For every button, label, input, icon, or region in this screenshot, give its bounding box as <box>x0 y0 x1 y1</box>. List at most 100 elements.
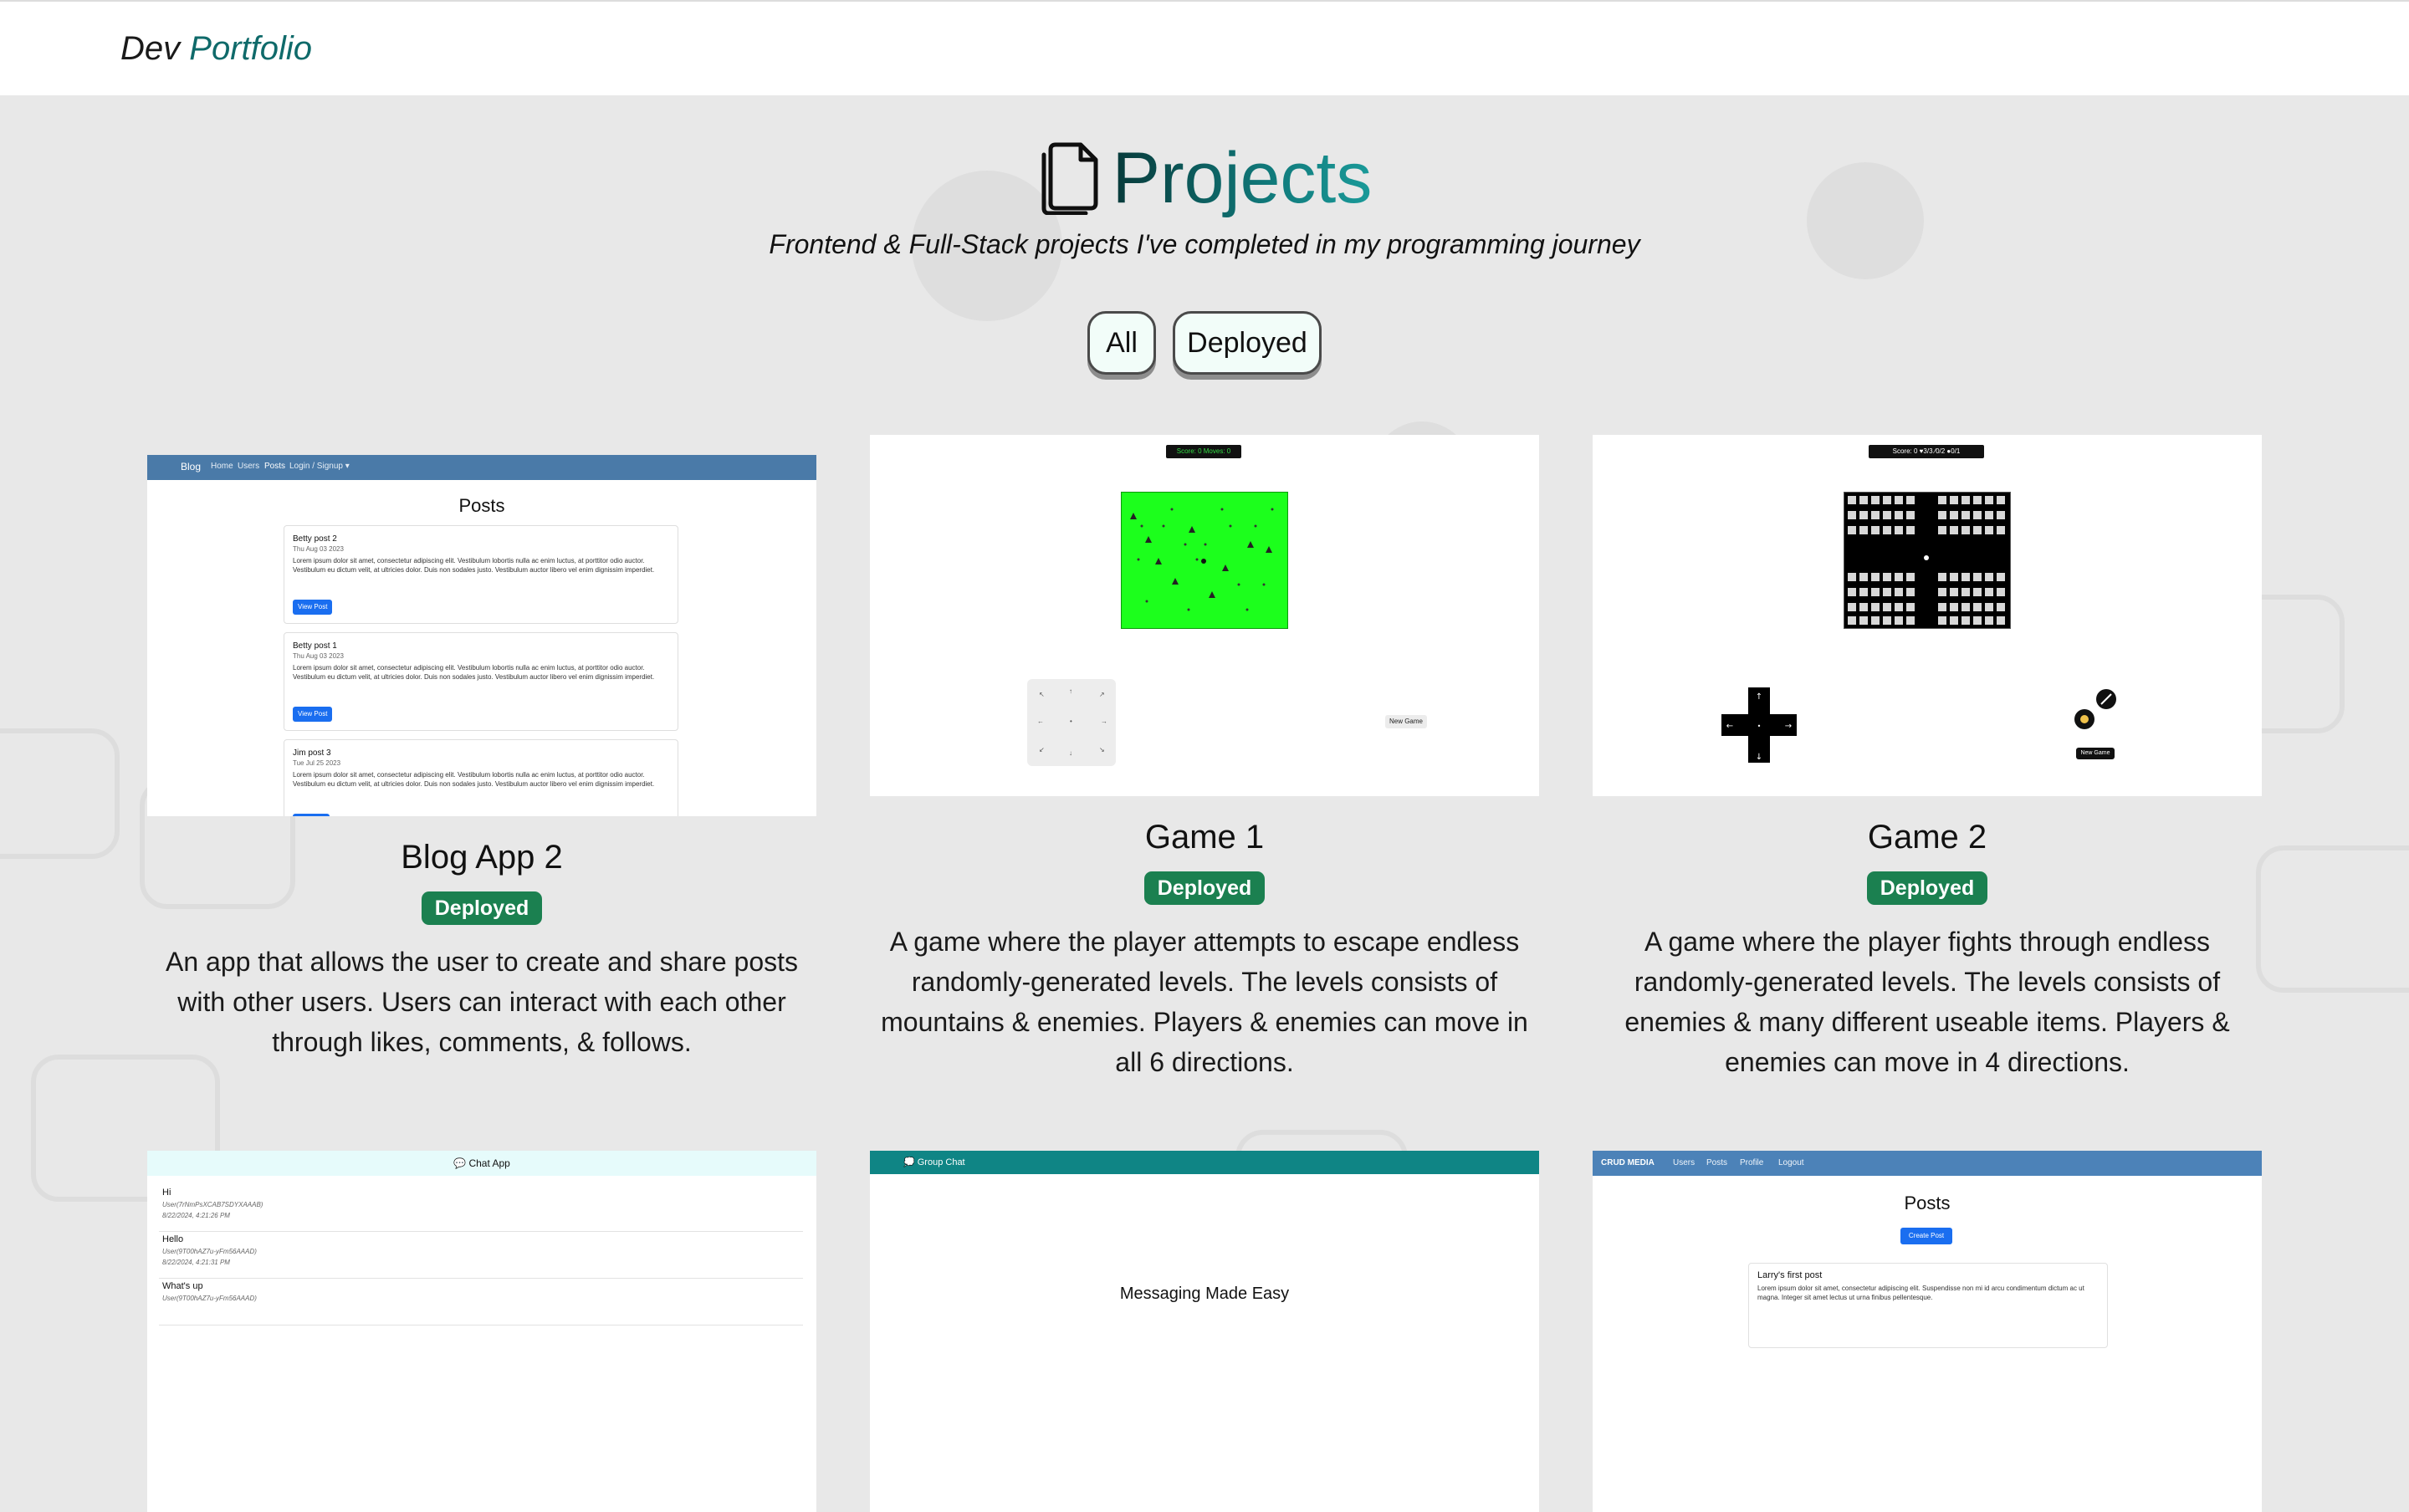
arrow-down-left-icon: ↙ <box>1039 746 1045 753</box>
thumb-navbar: CRUD MEDIA Users Posts Profile Logout <box>1593 1151 2262 1176</box>
arrow-right-icon: → <box>1101 718 1107 725</box>
brand-part-portfolio: Portfolio <box>189 30 313 67</box>
chat-message-text: Hi <box>162 1188 171 1198</box>
thumb-post-body: Lorem ipsum dolor sit amet, consectetur … <box>1757 1285 2084 1301</box>
project-card-game-2[interactable]: Score: 0 ♥3/3 ⁄0/2 ●0/1 ↑ ← • → ↓ New Ga… <box>1593 435 2262 1082</box>
group-chat-header-text: 💭 Group Chat <box>903 1157 965 1167</box>
thumb-nav-brand: CRUD MEDIA <box>1601 1158 1655 1167</box>
thumb-new-game-button: New Game <box>1385 715 1427 728</box>
thumb-nav-brand: Blog <box>181 461 202 472</box>
thumb-item-buttons <box>2074 689 2116 729</box>
thumb-post-body: Lorem ipsum dolor sit amet, consectetur … <box>293 664 655 681</box>
thumb-group-chat-header: 💭 Group Chat <box>870 1151 1539 1174</box>
thumb-nav-home: Home <box>211 462 233 471</box>
project-title: Game 1 <box>1144 819 1265 856</box>
chat-message-text: Hello <box>162 1234 184 1244</box>
project-thumbnail[interactable]: Score: 0 Moves: 0 ↖ ↑ ↗ ← • → ↙ ↓ ↘ New … <box>870 435 1539 796</box>
thumb-nav-login: Login / Signup ▾ <box>289 462 350 471</box>
thumb-game-board <box>1844 492 2011 629</box>
thumb-post-date: Thu Aug 03 2023 <box>293 545 344 553</box>
thumb-nav-posts: Posts <box>1706 1158 1728 1167</box>
project-description: A game where the player attempts to esca… <box>881 927 1528 1077</box>
thumb-nav-logout: Logout <box>1778 1158 1804 1167</box>
thumb-game-board <box>1121 492 1288 629</box>
project-thumbnail[interactable]: 💭 Group Chat Messaging Made Easy <box>870 1151 1539 1512</box>
chat-message-date: 8/22/2024, 4:21:31 PM <box>162 1259 230 1266</box>
chat-message-user: User(9T00hAZ7u-yFm56AAAD) <box>162 1248 257 1255</box>
thumb-score-display: Score: 0 ♥3/3 ⁄0/2 ●0/1 <box>1869 445 1984 458</box>
project-card-crud-media[interactable]: CRUD MEDIA Users Posts Profile Logout Po… <box>1593 1151 2262 1512</box>
arrow-up-icon: ↑ <box>1069 687 1072 695</box>
thumb-post-date: Thu Aug 03 2023 <box>293 652 344 660</box>
project-thumbnail[interactable]: Score: 0 ♥3/3 ⁄0/2 ●0/1 ↑ ← • → ↓ New Ga… <box>1593 435 2262 796</box>
brand-part-dev: Dev <box>120 30 181 67</box>
thumb-heading: Posts <box>1904 1193 1951 1213</box>
thumb-post-card: Jim post 3 Tue Jul 25 2023 Lorem ipsum d… <box>284 739 678 816</box>
filter-group: All Deployed <box>0 311 2409 375</box>
thumb-chat-message: Hello User(9T00hAZ7u-yFm56AAAD) 8/22/202… <box>159 1231 803 1279</box>
arrow-up-right-icon: ↗ <box>1099 691 1105 698</box>
thumb-view-post-button: View Post <box>293 707 333 722</box>
thumb-post-card: Betty post 1 Thu Aug 03 2023 Lorem ipsum… <box>284 632 678 731</box>
potion-icon <box>2080 715 2089 723</box>
thumb-chat-message: What's up User(9T00hAZ7u-yFm56AAAD) <box>159 1278 803 1326</box>
chat-message-text: What's up <box>162 1281 203 1291</box>
arrow-down-icon: ↓ <box>1069 749 1072 757</box>
status-badge: Deployed <box>1866 871 1988 905</box>
thumb-create-post-button: Create Post <box>1900 1228 1952 1244</box>
status-badge: Deployed <box>1143 871 1266 905</box>
thumb-nav-profile: Profile <box>1740 1158 1764 1167</box>
arrow-left-icon: ← <box>1037 718 1044 725</box>
center-dot-icon: • <box>1070 718 1072 725</box>
project-card-game-1[interactable]: Score: 0 Moves: 0 ↖ ↑ ↗ ← • → ↙ ↓ ↘ New … <box>870 435 1539 1082</box>
thumb-navbar: Blog Home Users Posts Login / Signup ▾ <box>147 455 816 480</box>
project-card-group-chat[interactable]: 💭 Group Chat Messaging Made Easy <box>870 1151 1539 1512</box>
thumb-nav-users: Users <box>238 462 260 471</box>
thumb-direction-pad: ↑ ← • → ↓ <box>1721 687 1797 763</box>
thumb-nav-posts: Posts <box>264 462 286 471</box>
title-row: Projects <box>1037 132 1373 224</box>
project-title: Game 2 <box>1867 819 1987 856</box>
project-description: An app that allows the user to create an… <box>165 947 798 1057</box>
main-content: Projects Frontend & Full-Stack projects … <box>0 95 2409 1512</box>
navbar: Dev Portfolio <box>0 0 2409 95</box>
status-badge: Deployed <box>421 891 543 925</box>
filter-deployed-button[interactable]: Deployed <box>1173 311 1322 375</box>
thumb-nav-users: Users <box>1673 1158 1696 1167</box>
chat-message-user: User(7rNmPsXCAB7SDYXAAAB) <box>162 1201 263 1208</box>
thumb-post-title: Betty post 1 <box>293 641 337 651</box>
thumb-post-title: Jim post 3 <box>293 748 331 758</box>
brand-logo[interactable]: Dev Portfolio <box>120 27 312 70</box>
center-dot-icon: • <box>1757 723 1762 730</box>
project-card-blog-app-2[interactable]: Blog Home Users Posts Login / Signup ▾ P… <box>147 455 816 1062</box>
arrow-up-left-icon: ↖ <box>1039 691 1045 698</box>
arrow-right-icon: → <box>1785 722 1792 731</box>
projects-header: Projects <box>0 132 2409 224</box>
chat-message-date: 8/22/2024, 4:21:26 PM <box>162 1212 230 1219</box>
files-icon <box>1041 142 1098 215</box>
filter-all-button[interactable]: All <box>1087 311 1156 375</box>
thumb-score-display: Score: 0 Moves: 0 <box>1166 445 1241 458</box>
project-description: A game where the player fights through e… <box>1624 927 2230 1077</box>
thumb-post-body: Lorem ipsum dolor sit amet, consectetur … <box>293 771 655 788</box>
thumb-post-card: Larry's first post Lorem ipsum dolor sit… <box>1748 1263 2108 1348</box>
page-subtitle: Frontend & Full-Stack projects I've comp… <box>769 229 1640 259</box>
arrow-down-icon: ↓ <box>1756 753 1762 762</box>
thumb-post-body: Lorem ipsum dolor sit amet, consectetur … <box>293 557 655 574</box>
project-thumbnail[interactable]: 💬 Chat App Hi User(7rNmPsXCAB7SDYXAAAB) … <box>147 1151 816 1512</box>
thumb-chat-header: 💬 Chat App <box>147 1151 816 1176</box>
project-thumbnail[interactable]: CRUD MEDIA Users Posts Profile Logout Po… <box>1593 1151 2262 1512</box>
thumb-view-post-button <box>293 814 330 816</box>
thumb-post-title: Betty post 2 <box>293 534 337 544</box>
thumb-direction-pad: ↖ ↑ ↗ ← • → ↙ ↓ ↘ <box>1027 679 1116 766</box>
thumb-post-card: Betty post 2 Thu Aug 03 2023 Lorem ipsum… <box>284 525 678 624</box>
thumb-heading: Posts <box>458 495 505 516</box>
project-title: Blog App 2 <box>401 839 563 876</box>
thumb-post-title: Larry's first post <box>1757 1270 1823 1280</box>
thumb-post-date: Tue Jul 25 2023 <box>293 759 341 767</box>
project-card-chat-app[interactable]: 💬 Chat App Hi User(7rNmPsXCAB7SDYXAAAB) … <box>147 1151 816 1512</box>
page-title: Projects <box>1112 132 1373 224</box>
thumb-chat-message: Hi User(7rNmPsXCAB7SDYXAAAB) 8/22/2024, … <box>159 1184 803 1232</box>
arrow-down-right-icon: ↘ <box>1099 746 1105 753</box>
project-thumbnail[interactable]: Blog Home Users Posts Login / Signup ▾ P… <box>147 455 816 816</box>
